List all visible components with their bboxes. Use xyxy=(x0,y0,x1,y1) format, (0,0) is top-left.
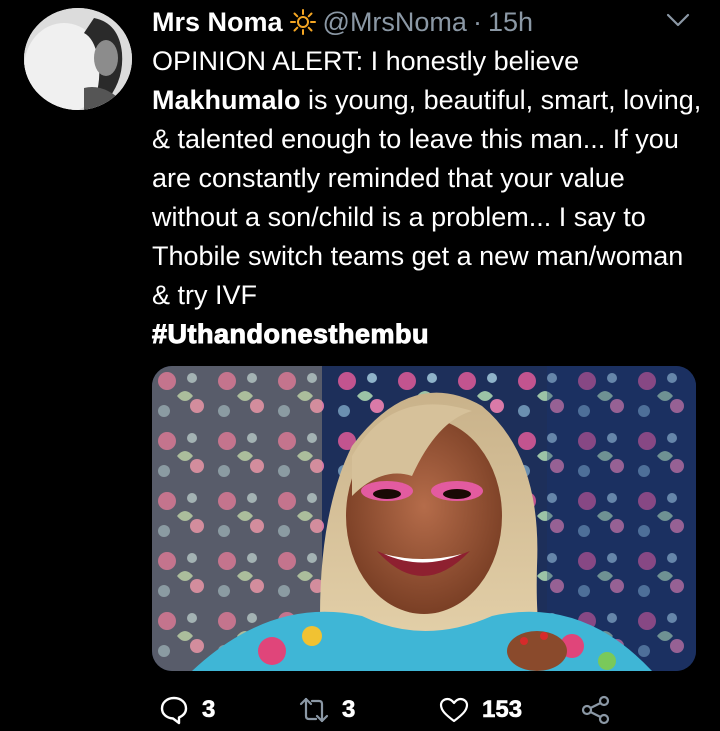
reply-button[interactable]: 3 xyxy=(158,692,216,728)
separator-dot: · xyxy=(472,6,482,37)
retweet-count: 3 xyxy=(342,696,356,724)
chevron-down-icon[interactable] xyxy=(664,8,692,32)
tweet-text-rest: is young, beautiful, smart, loving, & ta… xyxy=(152,85,702,310)
share-button[interactable] xyxy=(580,692,612,728)
tweet-actions: 3 3 153 xyxy=(152,692,712,728)
tweet-text-mention-name: Makhumalo xyxy=(152,85,301,115)
like-count: 153 xyxy=(482,696,523,724)
reply-count: 3 xyxy=(202,696,216,724)
speech-bubble-icon xyxy=(160,696,188,725)
author-name[interactable]: Mrs Noma xyxy=(152,7,283,38)
tweet-body: OPINION ALERT: I honestly believe Makhum… xyxy=(151,42,702,354)
hashtag-link[interactable]: #Uthandonesthembu xyxy=(151,319,429,350)
tweet-image[interactable] xyxy=(152,366,696,671)
timestamp[interactable]: 15h xyxy=(488,7,533,38)
tweet-header: Mrs Noma @MrsNoma · 15h xyxy=(152,4,700,40)
sun-emoji-icon xyxy=(289,8,317,36)
avatar[interactable] xyxy=(24,8,132,110)
author-handle[interactable]: @MrsNoma xyxy=(323,7,467,38)
heart-icon xyxy=(439,697,469,723)
share-icon xyxy=(581,695,610,725)
tweet-text-intro: OPINION ALERT: I honestly believe xyxy=(152,46,580,76)
retweet-icon xyxy=(299,697,329,723)
retweet-button[interactable]: 3 xyxy=(298,692,356,728)
like-button[interactable]: 153 xyxy=(438,692,522,728)
